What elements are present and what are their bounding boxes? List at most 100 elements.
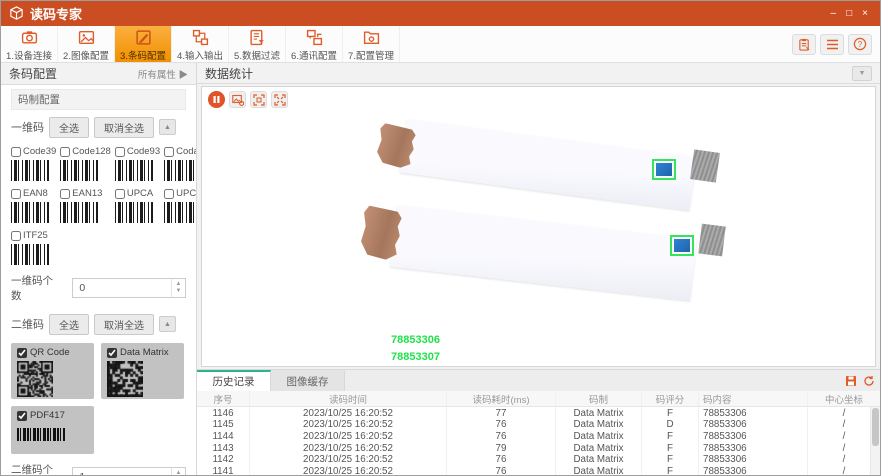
barcode-type-code39: Code39 <box>11 146 56 181</box>
checkbox-upca[interactable] <box>115 189 125 199</box>
image-settings-button[interactable] <box>229 91 246 108</box>
table-row[interactable]: 11442023/10/25 16:20:5276Data MatrixF788… <box>197 431 880 443</box>
checkbox-qr-code[interactable] <box>17 348 27 358</box>
table-row[interactable]: 11412023/10/25 16:20:5276Data MatrixF788… <box>197 465 880 476</box>
toolbar-right-buttons: ? <box>792 26 880 62</box>
barcode-type-ean13: EAN13 <box>60 188 111 223</box>
spin-up-icon[interactable]: ▲ <box>176 470 182 476</box>
toolbar-tab-5[interactable]: 5.数据过滤 <box>229 26 286 62</box>
tab-history[interactable]: 历史记录 <box>197 370 271 391</box>
toolbar-tab-6[interactable]: 6.通讯配置 <box>286 26 343 62</box>
table-row[interactable]: 11452023/10/25 16:20:5276Data MatrixD788… <box>197 419 880 431</box>
history-tabs: 历史记录 图像缓存 <box>197 370 880 391</box>
two-d-count-spinner[interactable]: 1 ▲▼ <box>72 467 186 476</box>
fit-view-icon <box>253 94 265 106</box>
table-cell: 76 <box>447 465 556 476</box>
fullscreen-button[interactable] <box>271 91 288 108</box>
one-d-deselect-all-button[interactable]: 取消全选 <box>94 117 154 138</box>
fit-view-button[interactable] <box>250 91 267 108</box>
app-title: 读码专家 <box>30 4 82 23</box>
two-d-deselect-all-button[interactable]: 取消全选 <box>94 314 154 335</box>
checkbox-upce[interactable] <box>164 189 174 199</box>
tab-label: 1.设备连接 <box>6 48 52 62</box>
toolbar-tab-3[interactable]: 3.条码配置 <box>115 26 172 62</box>
one-d-header-row: 一维码 全选 取消全选 ▲ <box>11 114 186 140</box>
barcode-type-label: Code39 <box>23 146 56 157</box>
save-icon <box>845 375 857 387</box>
left-panel-header: 条码配置 所有属性 ▶ <box>1 63 196 85</box>
two-d-collapse-button[interactable]: ▲ <box>159 316 176 332</box>
table-cell: Data Matrix <box>556 454 642 466</box>
barcode-type-label: ITF25 <box>23 230 48 241</box>
one-d-count-spinner[interactable]: 0 ▲▼ <box>72 278 186 298</box>
barcode-type-label: Code128 <box>72 146 111 157</box>
table-cell: 76 <box>447 431 556 443</box>
save-button[interactable] <box>843 374 858 388</box>
table-cell: F <box>642 431 699 443</box>
title-bar: 读码专家 – □ × <box>1 1 880 26</box>
maximize-button[interactable]: □ <box>846 9 852 19</box>
barcode-sample-image <box>60 202 98 223</box>
barcode-type-label: CodaBar <box>176 146 196 157</box>
table-row[interactable]: 11462023/10/25 16:20:5277Data MatrixF788… <box>197 407 880 419</box>
barcode-type-itf25: ITF25 <box>11 230 56 265</box>
barcode-type-upca: UPCA <box>115 188 160 223</box>
spinner-arrows: ▲▼ <box>171 279 185 297</box>
close-button[interactable]: × <box>862 9 868 19</box>
checkbox-pdf417[interactable] <box>17 411 27 421</box>
table-scrollbar[interactable] <box>870 407 880 476</box>
toolbar-tab-1[interactable]: 1.设备连接 <box>1 26 58 62</box>
table-cell: 1146 <box>197 407 250 419</box>
spin-up-icon[interactable]: ▲ <box>176 281 182 288</box>
panel-dropdown-button[interactable]: ▼ <box>852 66 872 81</box>
toolbar-tab-2[interactable]: 2.图像配置 <box>58 26 115 62</box>
barcode-type-label: EAN8 <box>23 188 48 199</box>
gray-tab-2 <box>698 224 725 257</box>
product-board-2 <box>390 205 697 301</box>
checkbox-data-matrix[interactable] <box>107 348 117 358</box>
one-d-collapse-button[interactable]: ▲ <box>159 119 176 135</box>
table-cell: 78853306 <box>699 465 808 476</box>
list-icon <box>826 39 839 50</box>
checkbox-ean8[interactable] <box>11 189 21 199</box>
table-row[interactable]: 11432023/10/25 16:20:5279Data MatrixF788… <box>197 442 880 454</box>
main-toolbar: 1.设备连接 2.图像配置3.条码配置4.输入输出5.数据过滤6.通讯配置7.配置… <box>1 26 880 63</box>
clear-button[interactable] <box>861 374 876 388</box>
left-panel-body: 码制配置 一维码 全选 取消全选 ▲ Code39Code128Code93Co… <box>1 85 196 476</box>
barcode-sample-image <box>115 160 153 181</box>
checkbox-code39[interactable] <box>11 147 21 157</box>
one-d-select-all-button[interactable]: 全选 <box>49 117 89 138</box>
column-header: 读码时间 <box>250 391 447 406</box>
checkbox-code93[interactable] <box>115 147 125 157</box>
table-cell: 2023/10/25 16:20:52 <box>250 407 447 419</box>
table-cell: F <box>642 442 699 454</box>
toolbar-tab-7[interactable]: 7.配置管理 <box>343 26 400 62</box>
barcode-sample-image <box>115 202 153 223</box>
barcode-type-label: Code93 <box>127 146 160 157</box>
table-cell: 2023/10/25 16:20:52 <box>250 419 447 431</box>
comm-config-icon <box>306 29 323 46</box>
list-button[interactable] <box>820 34 844 55</box>
checkbox-ean13[interactable] <box>60 189 70 199</box>
checkbox-codabar[interactable] <box>164 147 174 157</box>
toolbar-tab-4[interactable]: 4.输入输出 <box>172 26 229 62</box>
spin-down-icon[interactable]: ▼ <box>176 288 182 295</box>
image-settings-icon <box>232 94 244 106</box>
minimize-button[interactable]: – <box>831 9 837 19</box>
pause-button[interactable] <box>208 91 225 108</box>
table-row[interactable]: 11422023/10/25 16:20:5276Data MatrixF788… <box>197 454 880 466</box>
barcode-type-label: UPCA <box>127 188 153 199</box>
report-button[interactable] <box>792 34 816 55</box>
two-d-select-all-button[interactable]: 全选 <box>49 314 89 335</box>
help-button[interactable]: ? <box>848 34 872 55</box>
toolbar-tabs: 1.设备连接 2.图像配置3.条码配置4.输入输出5.数据过滤6.通讯配置7.配置… <box>1 26 400 62</box>
tab-image-cache[interactable]: 图像缓存 <box>271 370 345 391</box>
checkbox-code128[interactable] <box>60 147 70 157</box>
image-viewer[interactable]: 7885330678853307 <box>201 86 876 367</box>
spinner-arrows: ▲▼ <box>171 468 185 476</box>
all-properties-link[interactable]: 所有属性 ▶ <box>138 67 188 81</box>
table-cell: Data Matrix <box>556 465 642 476</box>
checkbox-itf25[interactable] <box>11 231 21 241</box>
scrollbar-thumb[interactable] <box>872 408 879 446</box>
input-output-icon <box>192 29 209 46</box>
